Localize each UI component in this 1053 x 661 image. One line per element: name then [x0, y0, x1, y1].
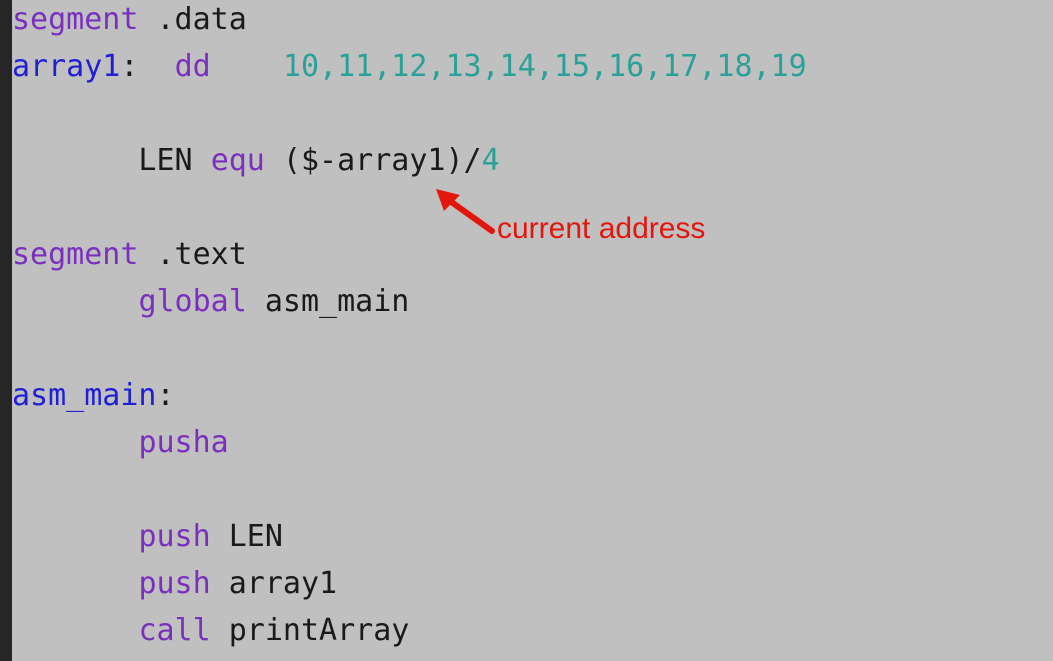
editor-gutter	[0, 0, 12, 661]
code-token: .text	[138, 237, 247, 272]
code-line[interactable]: segment .data	[12, 0, 247, 42]
code-token: array1	[12, 49, 121, 84]
code-line[interactable]: array1: dd 10,11,12,13,14,15,16,17,18,19	[12, 45, 807, 89]
code-token: LEN	[12, 143, 211, 178]
annotation-label: current address	[497, 212, 706, 245]
code-token: array1	[210, 566, 338, 601]
code-token: asm_main	[246, 284, 410, 319]
code-line[interactable]: segment .text	[12, 233, 247, 277]
code-token: segment	[12, 237, 139, 272]
code-token: LEN	[210, 519, 283, 554]
code-token: pusha	[138, 425, 229, 460]
code-line[interactable]: push LEN	[12, 515, 283, 559]
code-token: dd	[174, 49, 211, 84]
code-token: printArray	[210, 613, 410, 648]
code-token: ($-array1)/	[264, 143, 482, 178]
code-token: 10,11,12,13,14,15,16,17,18,19	[282, 49, 807, 84]
code-token: call	[138, 613, 211, 648]
arrow-shaft	[447, 198, 495, 234]
code-line[interactable]: call printArray	[12, 609, 409, 653]
code-token: :	[156, 378, 175, 413]
code-token: asm_main	[12, 378, 157, 413]
code-line[interactable]: pusha	[12, 421, 229, 465]
code-token: 4	[481, 143, 500, 178]
code-line[interactable]: LEN equ ($-array1)/4	[12, 139, 500, 183]
code-editor[interactable]: segment .data array1: dd 10,11,12,13,14,1…	[12, 0, 1053, 661]
code-token: push	[138, 519, 211, 554]
code-token: .data	[138, 2, 247, 37]
code-line[interactable]: push array1	[12, 562, 337, 606]
code-line[interactable]: asm_main:	[12, 374, 175, 418]
annotation-arrow	[436, 189, 495, 234]
code-token: equ	[210, 143, 265, 178]
code-line[interactable]: global asm_main	[12, 280, 409, 324]
code-token: global	[138, 284, 247, 319]
code-token: segment	[12, 2, 139, 37]
code-token: push	[138, 566, 211, 601]
code-token: :	[120, 49, 175, 84]
